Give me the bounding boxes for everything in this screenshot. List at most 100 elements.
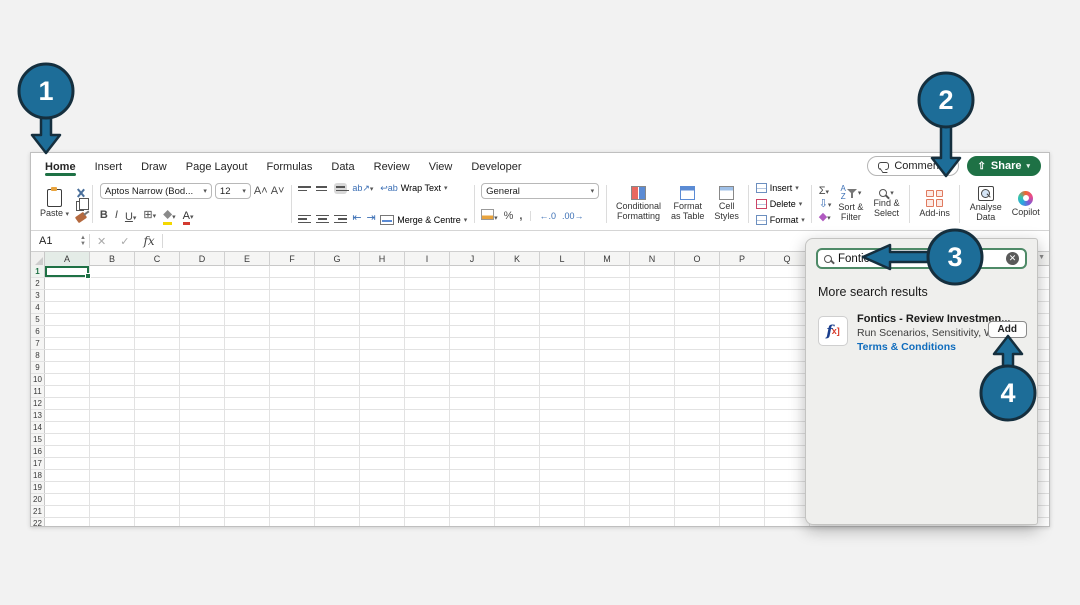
cell-O10[interactable] [675,374,720,385]
cell-H2[interactable] [360,278,405,289]
cell-C15[interactable] [135,434,180,445]
cell-Q16[interactable] [765,446,810,457]
cell-P8[interactable] [720,350,765,361]
cell-E13[interactable] [225,410,270,421]
cell-O8[interactable] [675,350,720,361]
cell-E22[interactable] [225,518,270,526]
cell-J12[interactable] [450,398,495,409]
row-header-21[interactable]: 21 [31,506,45,517]
cell-A18[interactable] [45,470,90,481]
cell-O17[interactable] [675,458,720,469]
cell-J17[interactable] [450,458,495,469]
cell-O22[interactable] [675,518,720,526]
cell-A17[interactable] [45,458,90,469]
comments-button[interactable]: Comments [867,156,958,176]
cell-D12[interactable] [180,398,225,409]
italic-button[interactable]: I [115,210,118,221]
cell-Q15[interactable] [765,434,810,445]
cell-C22[interactable] [135,518,180,526]
cell-Q3[interactable] [765,290,810,301]
cell-E14[interactable] [225,422,270,433]
cell-D17[interactable] [180,458,225,469]
select-all-corner[interactable] [31,252,45,266]
cell-G4[interactable] [315,302,360,313]
cell-J21[interactable] [450,506,495,517]
cell-H16[interactable] [360,446,405,457]
cell-D7[interactable] [180,338,225,349]
cell-Q20[interactable] [765,494,810,505]
cell-O11[interactable] [675,386,720,397]
cell-K1[interactable] [495,266,540,277]
cell-M2[interactable] [585,278,630,289]
cell-B12[interactable] [90,398,135,409]
cell-L18[interactable] [540,470,585,481]
name-box[interactable]: A1 ▲▼ [31,231,89,251]
cell-A22[interactable] [45,518,90,526]
cell-I16[interactable] [405,446,450,457]
tab-view[interactable]: View [429,156,453,177]
cell-G9[interactable] [315,362,360,373]
cell-H18[interactable] [360,470,405,481]
cell-D4[interactable] [180,302,225,313]
cell-P11[interactable] [720,386,765,397]
row-header-17[interactable]: 17 [31,458,45,469]
cell-H7[interactable] [360,338,405,349]
cell-L5[interactable] [540,314,585,325]
cell-P12[interactable] [720,398,765,409]
cell-D3[interactable] [180,290,225,301]
cell-P13[interactable] [720,410,765,421]
cell-M5[interactable] [585,314,630,325]
row-header-20[interactable]: 20 [31,494,45,505]
font-name-select[interactable]: Aptos Narrow (Bod...▾ [100,183,212,199]
cell-I10[interactable] [405,374,450,385]
cell-J11[interactable] [450,386,495,397]
cell-M10[interactable] [585,374,630,385]
cell-G10[interactable] [315,374,360,385]
font-size-select[interactable]: 12▾ [215,183,251,199]
cell-I4[interactable] [405,302,450,313]
cell-O19[interactable] [675,482,720,493]
cell-G22[interactable] [315,518,360,526]
cell-F2[interactable] [270,278,315,289]
cell-O3[interactable] [675,290,720,301]
cell-Q17[interactable] [765,458,810,469]
cell-M16[interactable] [585,446,630,457]
cell-Q7[interactable] [765,338,810,349]
clear-button[interactable]: ◆▾ [819,212,832,223]
autosum-button[interactable]: Σ▾ [819,186,832,197]
cell-I22[interactable] [405,518,450,526]
comma-style-button[interactable]: , [519,211,522,222]
cell-O6[interactable] [675,326,720,337]
format-cells-button[interactable]: Format▾ [756,215,805,225]
cell-Q14[interactable] [765,422,810,433]
cell-J20[interactable] [450,494,495,505]
cell-L16[interactable] [540,446,585,457]
cell-K10[interactable] [495,374,540,385]
cell-P22[interactable] [720,518,765,526]
row-header-15[interactable]: 15 [31,434,45,445]
cell-I9[interactable] [405,362,450,373]
number-format-select[interactable]: General▾ [481,183,599,199]
share-button[interactable]: ⇧ Share ▾ [967,156,1041,176]
cell-C19[interactable] [135,482,180,493]
cell-Q11[interactable] [765,386,810,397]
align-right-button[interactable] [334,213,347,226]
align-center-button[interactable] [316,213,329,226]
cell-P10[interactable] [720,374,765,385]
cell-L13[interactable] [540,410,585,421]
cell-A5[interactable] [45,314,90,325]
cell-N17[interactable] [630,458,675,469]
cell-A6[interactable] [45,326,90,337]
cell-P6[interactable] [720,326,765,337]
cell-P14[interactable] [720,422,765,433]
cell-H1[interactable] [360,266,405,277]
cell-O2[interactable] [675,278,720,289]
column-header-G[interactable]: G [315,252,360,266]
column-header-H[interactable]: H [360,252,405,266]
cell-M18[interactable] [585,470,630,481]
cell-O1[interactable] [675,266,720,277]
clear-search-icon[interactable]: ✕ [1006,252,1019,265]
cell-F13[interactable] [270,410,315,421]
cell-styles-button[interactable]: CellStyles [711,186,742,222]
cell-N4[interactable] [630,302,675,313]
